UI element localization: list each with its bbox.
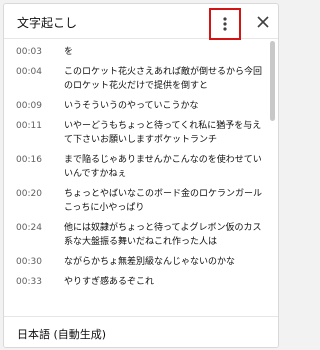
- panel-header: 文字起こし: [4, 4, 278, 40]
- segment-text: いうそういうのやっていこうかな: [64, 101, 199, 111]
- transcript-segment[interactable]: 00:20 ちょっとやばいなこのボード金のロケランガールこっちに小やっぱり: [4, 187, 278, 215]
- transcript-segment[interactable]: 00:11 いやーどうもちょっと待ってくれ私に猶予を与えて下さいお願いしますポケッ…: [4, 119, 278, 147]
- segment-timestamp: 00:03: [16, 47, 42, 57]
- transcript-segment[interactable]: 00:03 を: [4, 45, 278, 59]
- transcript-segment[interactable]: 00:04 このロケット花火さえあれば敵が倒せるから今回のロケット花火だけで提供を…: [4, 65, 278, 93]
- transcript-panel: 文字起こし 00:03 を 00:04 このロケット花火さえあれば敵が倒せるから今回の…: [3, 3, 279, 348]
- segment-timestamp: 00:20: [16, 189, 42, 199]
- close-button[interactable]: [255, 14, 271, 30]
- segment-text: を: [64, 47, 74, 57]
- transcript-segment[interactable]: 00:16 まで陥るじゃありませんかこんなのを使わせていいんですかねぇ: [4, 153, 278, 181]
- segment-text: ながらかちょ無差別級なんじゃないのかな: [64, 257, 236, 267]
- transcript-segment[interactable]: 00:09 いうそういうのやっていこうかな: [4, 99, 278, 113]
- segment-text: このロケット花火さえあれば敵が倒せるから今回のロケット花火だけで提供を倒すと: [64, 67, 263, 91]
- segment-text: まで陥るじゃありませんかこんなのを使わせていいんですかねぇ: [64, 155, 262, 179]
- transcript-list: 00:03 を 00:04 このロケット花火さえあれば敵が倒せるから今回のロケット花火…: [4, 39, 278, 309]
- segment-timestamp: 00:11: [16, 121, 42, 131]
- segment-timestamp: 00:04: [16, 67, 42, 77]
- segment-timestamp: 00:33: [16, 277, 42, 287]
- segment-text: 他には奴隷がちょっと待ってよグレボン仮のカス系な大盤振る舞いだねこれ作った人は: [64, 223, 262, 247]
- segment-text: やりすぎ感あるぞこれ: [64, 277, 155, 287]
- scrollbar-thumb[interactable]: [270, 41, 275, 121]
- transcript-segment[interactable]: 00:24 他には奴隷がちょっと待ってよグレボン仮のカス系な大盤振る舞いだねこれ作…: [4, 221, 278, 249]
- segment-timestamp: 00:30: [16, 257, 42, 267]
- language-label: 日本語 (自動生成): [17, 328, 107, 341]
- more-vertical-icon: [223, 17, 227, 31]
- segment-timestamp: 00:24: [16, 223, 42, 233]
- segment-timestamp: 00:16: [16, 155, 42, 165]
- close-icon: [257, 16, 269, 28]
- language-selector[interactable]: 日本語 (自動生成): [4, 316, 278, 347]
- segment-text: ちょっとやばいなこのボード金のロケランガールこっちに小やっぱり: [64, 189, 263, 213]
- segment-text: いやーどうもちょっと待ってくれ私に猶予を与えて下さいお願いしますポケットランチ: [64, 121, 262, 145]
- panel-title: 文字起こし: [17, 16, 78, 30]
- transcript-segment[interactable]: 00:33 やりすぎ感あるぞこれ: [4, 275, 278, 289]
- more-options-button[interactable]: [209, 8, 241, 40]
- transcript-segment[interactable]: 00:30 ながらかちょ無差別級なんじゃないのかな: [4, 255, 278, 269]
- segment-timestamp: 00:09: [16, 101, 42, 111]
